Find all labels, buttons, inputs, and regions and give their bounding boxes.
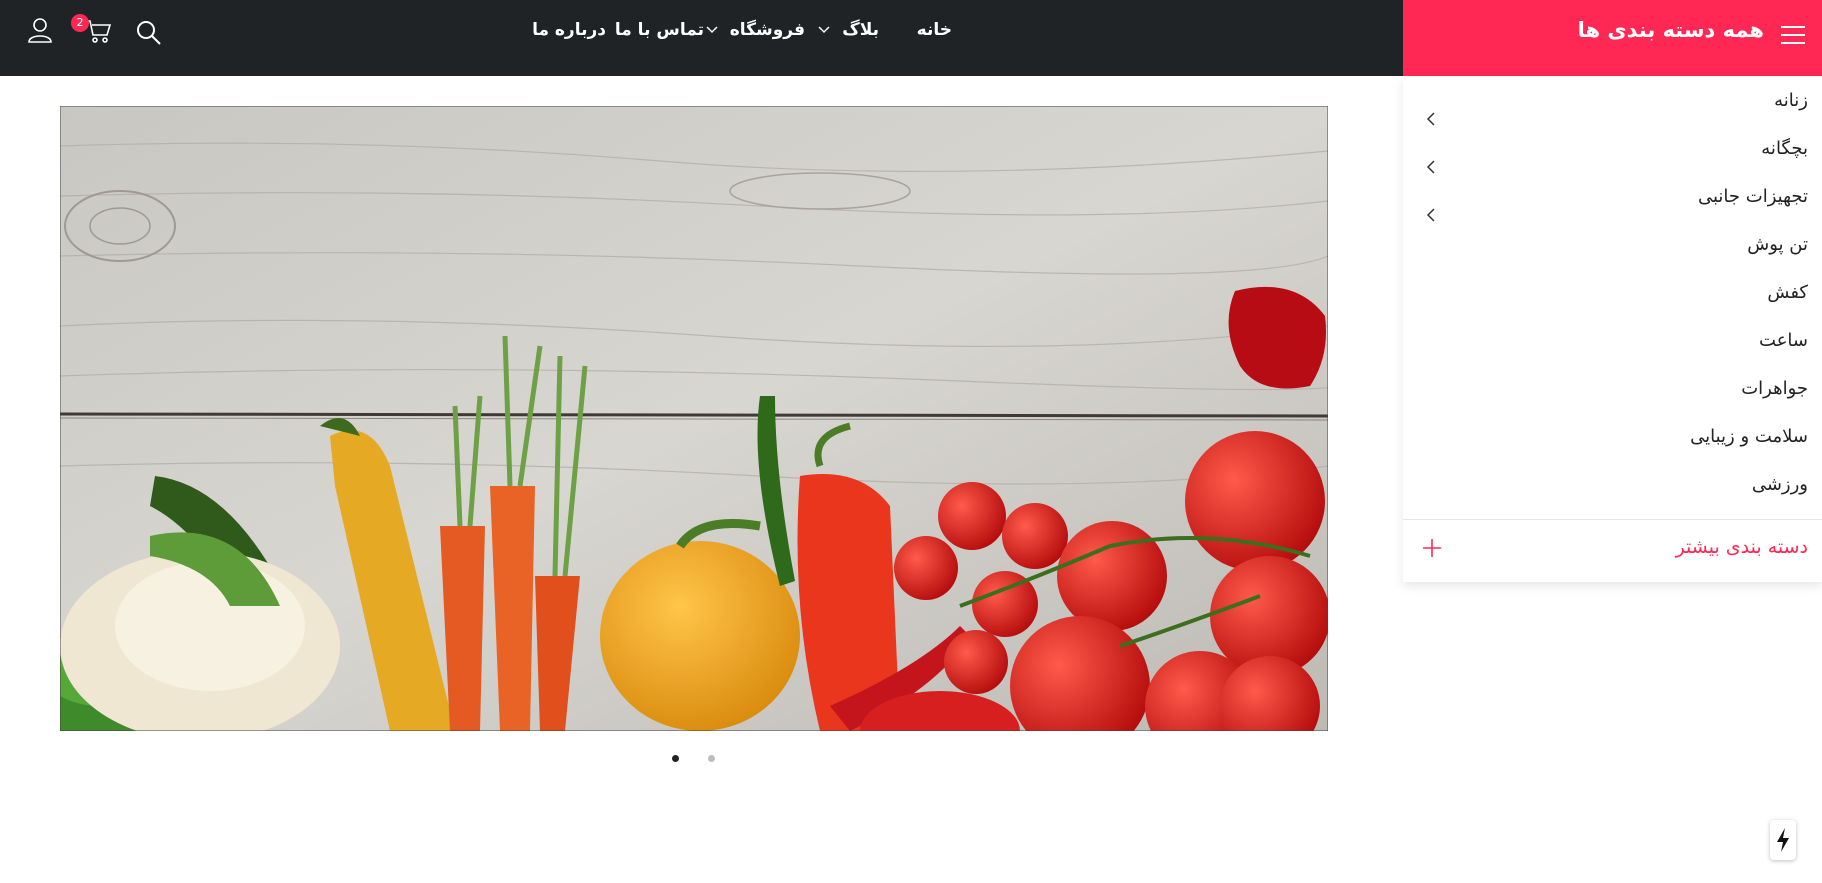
menu-icon — [1781, 26, 1805, 44]
chevron-left-icon — [1426, 112, 1435, 126]
hero-banner-image — [60, 106, 1328, 731]
category-shoes[interactable]: کفش — [1418, 282, 1808, 312]
nav-blog[interactable]: بلاگ — [818, 20, 879, 40]
plus-icon — [1423, 539, 1441, 557]
category-label: ورزشی — [1751, 474, 1808, 495]
category-label: جواهرات — [1741, 378, 1808, 399]
category-sports[interactable]: ورزشی — [1418, 474, 1808, 504]
nav-home-label: خانه — [916, 20, 952, 40]
nav-about-label: درباره ما — [532, 20, 606, 40]
cart-count-badge: 2 — [71, 14, 89, 32]
divider — [1403, 519, 1822, 520]
quick-action-button[interactable] — [1770, 820, 1796, 860]
more-categories-label: دسته بندی بیشتر — [1675, 536, 1808, 558]
category-apparel[interactable]: تن پوش — [1418, 234, 1808, 264]
user-icon[interactable] — [26, 16, 54, 44]
category-kids[interactable]: بچگانه — [1418, 138, 1808, 174]
category-label: تجهیزات جانبی — [1697, 186, 1808, 207]
nav-contact[interactable]: تماس با ما — [615, 20, 704, 40]
nav-about[interactable]: درباره ما — [532, 20, 606, 40]
category-jewelry[interactable]: جواهرات — [1418, 378, 1808, 408]
category-label: ساعت — [1759, 330, 1808, 351]
slider-dot-2[interactable] — [708, 755, 715, 762]
slider-dot-1[interactable] — [672, 755, 679, 762]
categories-toggle[interactable]: همه دسته بندی ها — [1403, 0, 1822, 76]
category-label: تن پوش — [1747, 234, 1808, 255]
categories-panel: زنانه بچگانه تجهیزات جانبی تن پوش کفش سا… — [1403, 76, 1822, 582]
nav-shop[interactable]: فروشگاه — [706, 20, 805, 40]
nav-blog-label: بلاگ — [842, 20, 879, 40]
hero-slider[interactable] — [60, 106, 1328, 731]
lightning-icon — [1777, 828, 1789, 852]
category-women[interactable]: زنانه — [1418, 90, 1808, 126]
chevron-left-icon — [1426, 208, 1435, 222]
category-accessories[interactable]: تجهیزات جانبی — [1418, 186, 1808, 222]
category-health-beauty[interactable]: سلامت و زیبایی — [1418, 426, 1808, 456]
category-label: بچگانه — [1761, 138, 1808, 159]
more-categories-button[interactable]: دسته بندی بیشتر — [1418, 536, 1808, 566]
nav-shop-label: فروشگاه — [729, 20, 805, 40]
top-navbar: 2 خانه بلاگ فروشگاه تماس با ما درباره ما — [0, 0, 1403, 76]
search-icon[interactable] — [135, 19, 163, 47]
chevron-left-icon — [1426, 160, 1435, 174]
category-watches[interactable]: ساعت — [1418, 330, 1808, 360]
chevron-down-icon — [706, 26, 718, 34]
nav-contact-label: تماس با ما — [614, 20, 704, 40]
categories-title: همه دسته بندی ها — [1577, 18, 1764, 42]
category-label: سلامت و زیبایی — [1690, 426, 1808, 447]
chevron-down-icon — [818, 26, 830, 34]
category-label: کفش — [1767, 282, 1808, 303]
category-label: زنانه — [1774, 90, 1808, 111]
nav-home[interactable]: خانه — [917, 20, 952, 40]
